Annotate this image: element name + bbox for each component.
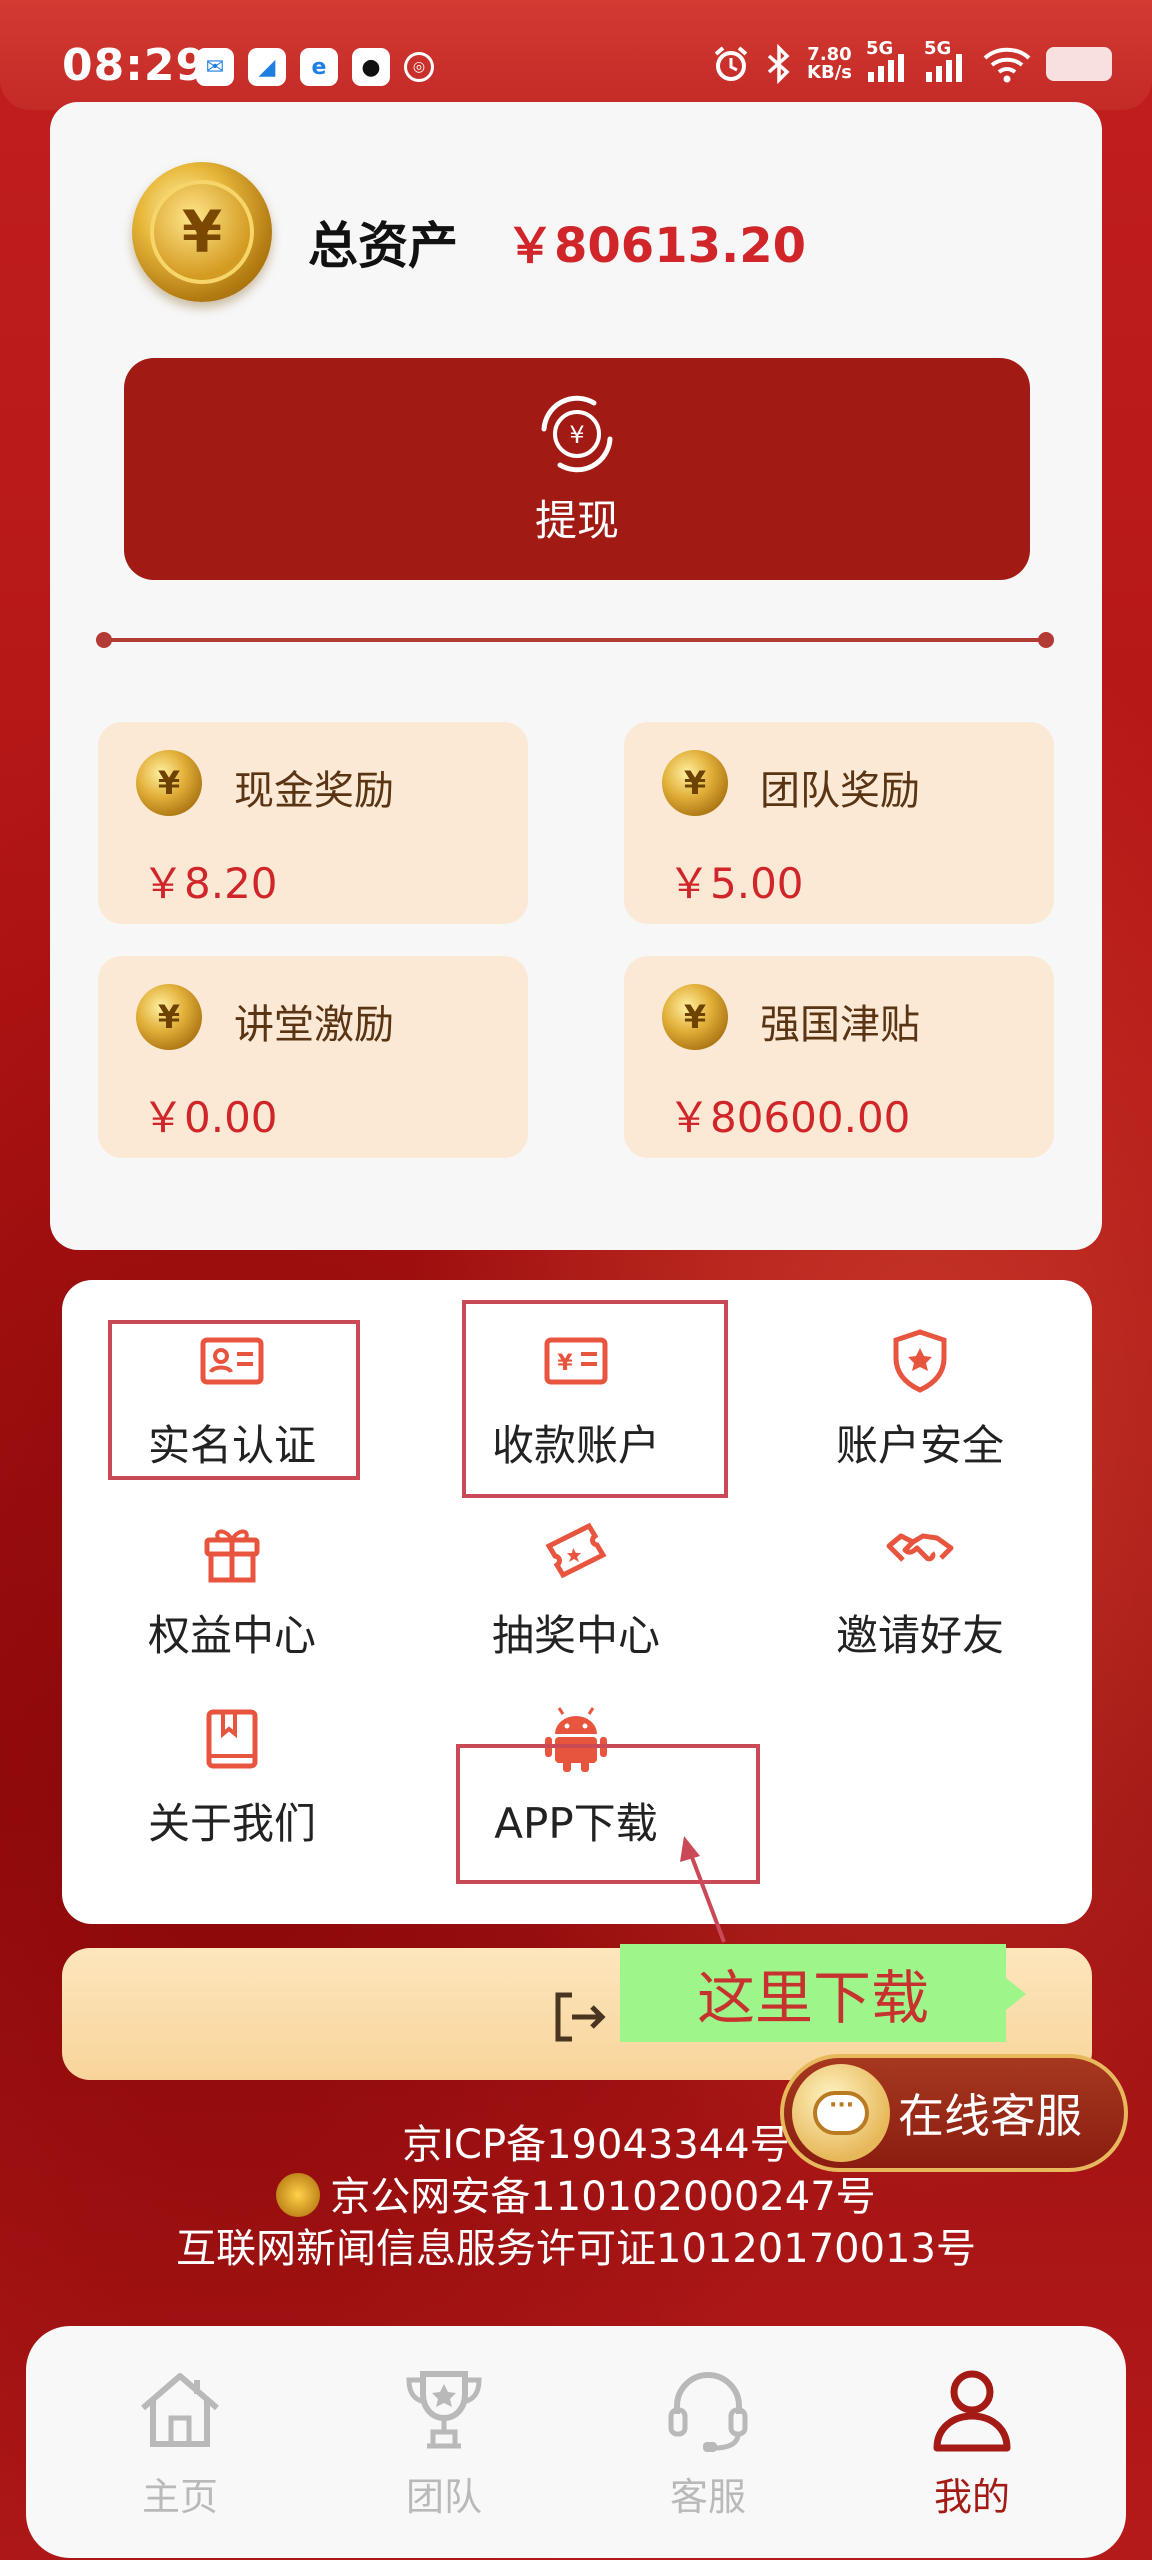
nav-label: 主页 bbox=[141, 2475, 218, 2519]
reward-team[interactable]: ¥ 团队奖励 ￥5.00 bbox=[624, 722, 1054, 924]
status-right-icons: 7.80 KB/s 5G 5G bbox=[711, 38, 1112, 84]
police-badge-icon bbox=[276, 2173, 321, 2217]
home-icon bbox=[141, 2373, 219, 2447]
yen-coin-icon: ¥ bbox=[662, 750, 728, 816]
reward-cash[interactable]: ¥ 现金奖励 ￥8.20 bbox=[98, 722, 528, 924]
net-speed-unit: KB/s bbox=[807, 62, 852, 83]
app-notification-icon: ✉ bbox=[196, 48, 234, 86]
yen-coin-icon: ¥ bbox=[132, 162, 272, 302]
trophy-icon bbox=[406, 2371, 482, 2449]
news-license-line: 互联网新闻信息服务许可证10120170013号 bbox=[176, 2226, 976, 2272]
status-time: 08:29 bbox=[62, 40, 208, 91]
menu-label: 抽奖中心 bbox=[491, 1611, 660, 1660]
nav-label: 客服 bbox=[669, 2475, 746, 2519]
yen-coin-icon: ¥ bbox=[136, 984, 202, 1050]
menu-label: 权益中心 bbox=[147, 1611, 316, 1660]
net-speed: 7.80 KB/s bbox=[807, 46, 852, 82]
menu-label: 关于我们 bbox=[147, 1799, 316, 1848]
menu-label: 邀请好友 bbox=[835, 1611, 1004, 1660]
reward-value: ￥0.00 bbox=[142, 1093, 278, 1142]
signal-icon bbox=[926, 54, 962, 82]
qq-notification-icon: ● bbox=[352, 48, 390, 86]
reward-label: 团队奖励 bbox=[760, 768, 920, 814]
bluetooth-icon bbox=[767, 44, 790, 84]
signal-icon bbox=[868, 54, 904, 82]
menu-item-account-security[interactable]: 账户安全 bbox=[770, 1326, 1070, 1496]
menu-label: 账户安全 bbox=[835, 1421, 1004, 1470]
gift-icon bbox=[204, 1529, 260, 1583]
reward-value: ￥80600.00 bbox=[668, 1093, 911, 1142]
total-assets-label: 总资产 bbox=[308, 217, 458, 275]
police-text: 京公网安备110102000247号 bbox=[330, 2174, 876, 2220]
reward-label: 强国津贴 bbox=[760, 1002, 920, 1048]
highlight-box bbox=[456, 1744, 760, 1884]
signal-1: 5G bbox=[866, 38, 910, 84]
wifi-icon bbox=[983, 47, 1031, 83]
nav-label: 我的 bbox=[933, 2475, 1010, 2519]
reward-value: ￥8.20 bbox=[142, 859, 278, 908]
nav-label: 团队 bbox=[405, 2475, 482, 2519]
handshake-icon bbox=[886, 1533, 954, 1562]
reward-label: 现金奖励 bbox=[234, 768, 394, 814]
svg-text:¥: ¥ bbox=[569, 421, 584, 449]
headset-icon bbox=[668, 2372, 748, 2452]
target-notification-icon: ◎ bbox=[404, 52, 434, 82]
bottom-nav: 主页 团队 客服 我的 bbox=[26, 2326, 1126, 2558]
menu-item-about-us[interactable]: 关于我们 bbox=[82, 1704, 382, 1874]
menu-item-invite-friends[interactable]: 邀请好友 bbox=[770, 1516, 1070, 1686]
highlight-box bbox=[108, 1320, 360, 1480]
highlight-box bbox=[462, 1300, 728, 1498]
nav-home[interactable]: 主页 bbox=[80, 2364, 280, 2521]
reward-value: ￥5.00 bbox=[668, 859, 804, 908]
reward-allowance[interactable]: ¥ 强国津贴 ￥80600.00 bbox=[624, 956, 1054, 1158]
nav-customer-service[interactable]: 客服 bbox=[608, 2364, 808, 2521]
user-icon bbox=[933, 2370, 1011, 2452]
withdraw-label: 提现 bbox=[534, 495, 619, 545]
police-line: 京公网安备110102000247号 bbox=[0, 2164, 1152, 2222]
ticket-icon bbox=[545, 1522, 607, 1579]
signal-2: 5G bbox=[924, 38, 968, 84]
reward-label: 讲堂激励 bbox=[234, 1002, 394, 1048]
icp-line: 京ICP备19043344号 bbox=[402, 2122, 790, 2168]
divider bbox=[96, 632, 1054, 648]
book-icon bbox=[206, 1709, 258, 1769]
annotation-label: 这里下载 bbox=[620, 1944, 1026, 2042]
browser-notification-icon: e bbox=[300, 48, 338, 86]
withdraw-button[interactable]: ¥ 提现 bbox=[124, 358, 1030, 580]
asset-card: ¥ 总资产 ￥80613.20 ¥ 提现 ¥ 现金奖励 ￥8.20 ¥ 团队奖励… bbox=[50, 102, 1102, 1250]
alarm-icon bbox=[714, 46, 748, 81]
logout-icon bbox=[555, 1992, 606, 2042]
nav-team[interactable]: 团队 bbox=[344, 2364, 544, 2521]
notification-icons: ✉ ◢ e ● ◎ bbox=[196, 48, 434, 86]
yen-coin-icon: ¥ bbox=[662, 984, 728, 1050]
app-notification-icon: ◢ bbox=[248, 48, 286, 86]
reward-lecture[interactable]: ¥ 讲堂激励 ￥0.00 bbox=[98, 956, 528, 1158]
battery-icon bbox=[1046, 47, 1112, 81]
nav-mine[interactable]: 我的 bbox=[872, 2364, 1072, 2521]
menu-item-lottery[interactable]: 抽奖中心 bbox=[426, 1516, 726, 1686]
yen-coin-icon: ¥ bbox=[136, 750, 202, 816]
menu-card: 实名认证 ¥ 收款账户 账户安全 权益中心 抽奖中心 邀请好友 关于我们 APP… bbox=[62, 1280, 1092, 1924]
status-bar: 08:29 ✉ ◢ e ● ◎ 7.80 KB/s 5G 5G bbox=[0, 0, 1152, 110]
shield-icon bbox=[893, 1329, 947, 1393]
menu-item-benefits[interactable]: 权益中心 bbox=[82, 1516, 382, 1686]
total-assets-value: ￥80613.20 bbox=[506, 218, 807, 274]
withdraw-icon: ¥ bbox=[541, 395, 613, 472]
